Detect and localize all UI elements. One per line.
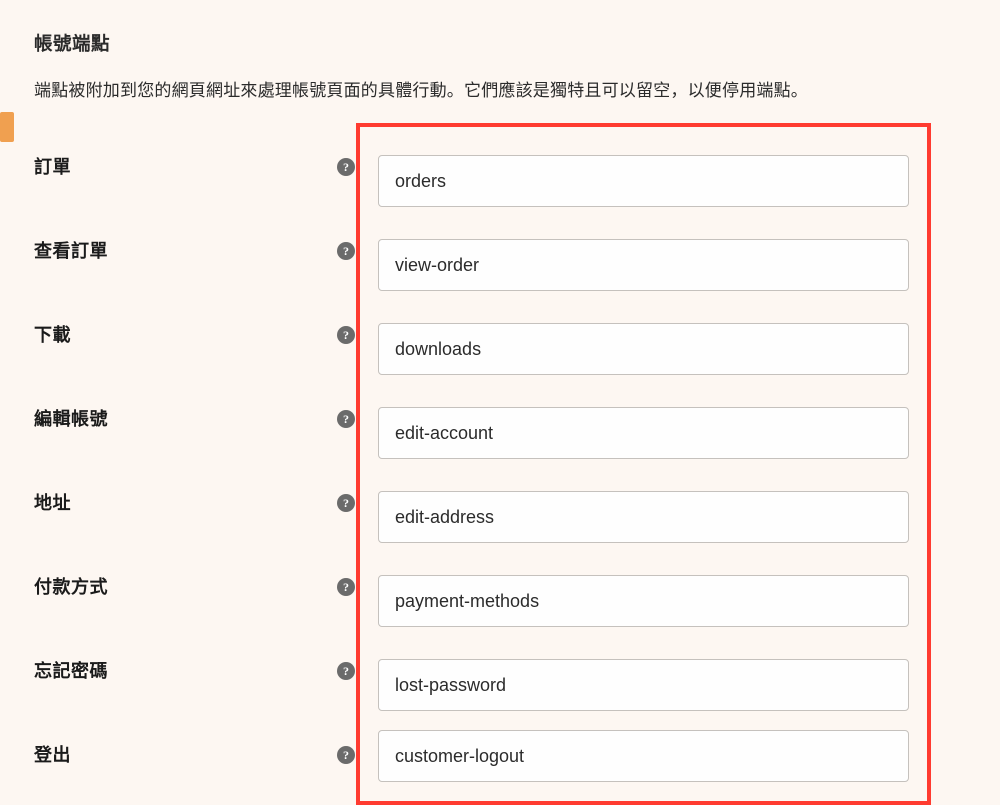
section-description: 端點被附加到您的網頁網址來處理帳號頁面的具體行動。它們應該是獨特且可以留空，以便… <box>34 76 966 101</box>
endpoint-input-view-order[interactable] <box>378 239 909 291</box>
help-icon[interactable]: ? <box>337 410 355 428</box>
help-icon[interactable]: ? <box>337 158 355 176</box>
help-icon[interactable]: ? <box>337 326 355 344</box>
section-title: 帳號端點 <box>34 30 966 56</box>
left-accent-bar <box>0 112 14 142</box>
endpoint-row-downloads: 下載 ? <box>378 307 909 391</box>
endpoint-label-payment-methods: 付款方式 <box>34 573 294 599</box>
endpoint-label-orders: 訂單 <box>34 153 294 179</box>
endpoint-input-downloads[interactable] <box>378 323 909 375</box>
endpoint-label-downloads: 下載 <box>34 321 294 347</box>
help-icon[interactable]: ? <box>337 662 355 680</box>
endpoint-input-edit-address[interactable] <box>378 491 909 543</box>
endpoint-label-lost-password: 忘記密碼 <box>34 657 294 683</box>
endpoint-input-payment-methods[interactable] <box>378 575 909 627</box>
endpoint-row-customer-logout: 登出 ? <box>378 727 909 791</box>
endpoint-input-lost-password[interactable] <box>378 659 909 711</box>
help-icon[interactable]: ? <box>337 746 355 764</box>
help-icon[interactable]: ? <box>337 494 355 512</box>
endpoint-label-edit-account: 編輯帳號 <box>34 405 294 431</box>
endpoints-highlight-box: 訂單 ? 查看訂單 ? 下載 ? 編輯帳號 ? 地址 ? 付款方式 ? <box>356 123 931 805</box>
help-icon[interactable]: ? <box>337 242 355 260</box>
endpoint-label-edit-address: 地址 <box>34 489 294 515</box>
endpoint-label-customer-logout: 登出 <box>34 741 294 767</box>
endpoint-input-customer-logout[interactable] <box>378 730 909 782</box>
help-icon[interactable]: ? <box>337 578 355 596</box>
endpoint-row-edit-account: 編輯帳號 ? <box>378 391 909 475</box>
endpoint-label-view-order: 查看訂單 <box>34 237 294 263</box>
endpoint-input-edit-account[interactable] <box>378 407 909 459</box>
endpoint-row-view-order: 查看訂單 ? <box>378 223 909 307</box>
endpoint-input-orders[interactable] <box>378 155 909 207</box>
endpoint-row-orders: 訂單 ? <box>378 139 909 223</box>
endpoint-row-lost-password: 忘記密碼 ? <box>378 643 909 727</box>
endpoint-row-payment-methods: 付款方式 ? <box>378 559 909 643</box>
settings-content: 帳號端點 端點被附加到您的網頁網址來處理帳號頁面的具體行動。它們應該是獨特且可以… <box>0 0 1000 805</box>
endpoint-row-edit-address: 地址 ? <box>378 475 909 559</box>
